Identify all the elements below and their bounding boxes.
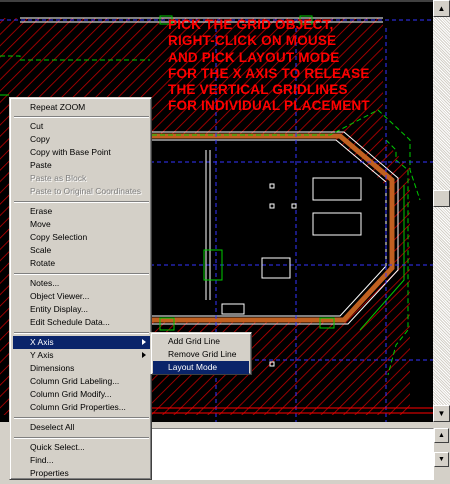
- command-scrollbar[interactable]: ▲ ▼: [434, 428, 449, 480]
- annotation-line: RIGHT-CLICK ON MOUSE: [168, 33, 337, 49]
- context-menu: Repeat ZOOM Cut Copy Copy with Base Poin…: [9, 97, 152, 480]
- submenu-arrow-icon: [142, 352, 146, 358]
- menu-item-column-grid-labeling[interactable]: Column Grid Labeling...: [13, 375, 150, 388]
- scroll-thumb[interactable]: [433, 190, 450, 207]
- arrow-down-icon[interactable]: ▼: [433, 405, 450, 422]
- menu-item-entity-display[interactable]: Entity Display...: [13, 303, 150, 316]
- menu-separator: [14, 273, 149, 275]
- vertical-scrollbar[interactable]: ▲ ▼: [433, 0, 450, 422]
- annotation-line: AND PICK LAYOUT MODE: [168, 49, 340, 65]
- menu-item-column-grid-modify[interactable]: Column Grid Modify...: [13, 388, 150, 401]
- menu-item-paste-original-coords: Paste to Original Coordinates: [30, 186, 142, 196]
- menu-item-paste[interactable]: Paste: [13, 159, 150, 172]
- menu-item-edit-schedule-data[interactable]: Edit Schedule Data...: [13, 316, 150, 329]
- submenu-arrow-icon: [142, 339, 146, 345]
- submenu-item-add-grid-line[interactable]: Add Grid Line: [153, 335, 249, 348]
- menu-separator: [14, 437, 149, 439]
- annotation-line: PICK THE GRID OBJECT,: [168, 17, 334, 32]
- menu-item-rotate[interactable]: Rotate: [13, 257, 150, 270]
- menu-item-y-axis[interactable]: Y Axis: [13, 349, 150, 362]
- menu-item-scale[interactable]: Scale: [13, 244, 150, 257]
- menu-separator: [14, 201, 149, 203]
- annotation-line: THE VERTICAL GRIDLINES: [168, 82, 348, 98]
- menu-item-quick-select[interactable]: Quick Select...: [13, 441, 150, 454]
- menu-item-copy-selection[interactable]: Copy Selection: [13, 231, 150, 244]
- annotation-line: FOR INDIVIDUAL PLACEMENT: [168, 98, 370, 114]
- menu-item-erase[interactable]: Erase: [13, 205, 150, 218]
- x-axis-submenu: Add Grid Line Remove Grid Line Layout Mo…: [150, 332, 252, 375]
- menu-item-properties[interactable]: Properties: [13, 467, 150, 480]
- menu-item-notes[interactable]: Notes...: [13, 277, 150, 290]
- arrow-up-icon[interactable]: ▲: [433, 0, 450, 17]
- menu-separator: [14, 332, 149, 334]
- menu-separator: [14, 116, 149, 118]
- menu-item-deselect-all[interactable]: Deselect All: [13, 421, 150, 434]
- menu-separator: [14, 417, 149, 419]
- submenu-item-layout-mode[interactable]: Layout Mode: [153, 361, 249, 374]
- courtyard-area: [150, 136, 390, 320]
- arrow-up-icon[interactable]: ▲: [434, 428, 449, 443]
- menu-item-move[interactable]: Move: [13, 218, 150, 231]
- menu-item-column-grid-properties[interactable]: Column Grid Properties...: [13, 401, 150, 414]
- menu-item-copy[interactable]: Copy: [13, 133, 150, 146]
- menu-item-copy-base-point[interactable]: Copy with Base Point: [13, 146, 150, 159]
- command-line-input[interactable]: [148, 428, 434, 480]
- menu-item-find[interactable]: Find...: [13, 454, 150, 467]
- submenu-item-remove-grid-line[interactable]: Remove Grid Line: [153, 348, 249, 361]
- menu-item-paste-as-block: Paste as Block: [30, 173, 87, 183]
- instruction-annotation: PICK THE GRID OBJECT, RIGHT-CLICK ON MOU…: [168, 17, 398, 115]
- menu-item-repeat-zoom[interactable]: Repeat ZOOM: [13, 101, 150, 114]
- menu-item-x-axis[interactable]: X Axis: [13, 336, 150, 349]
- annotation-line: FOR THE X AXIS TO RELEASE: [168, 65, 370, 81]
- menu-item-object-viewer[interactable]: Object Viewer...: [13, 290, 150, 303]
- menu-item-dimensions[interactable]: Dimensions: [13, 362, 150, 375]
- arrow-down-icon[interactable]: ▼: [434, 452, 449, 467]
- menu-item-cut[interactable]: Cut: [13, 120, 150, 133]
